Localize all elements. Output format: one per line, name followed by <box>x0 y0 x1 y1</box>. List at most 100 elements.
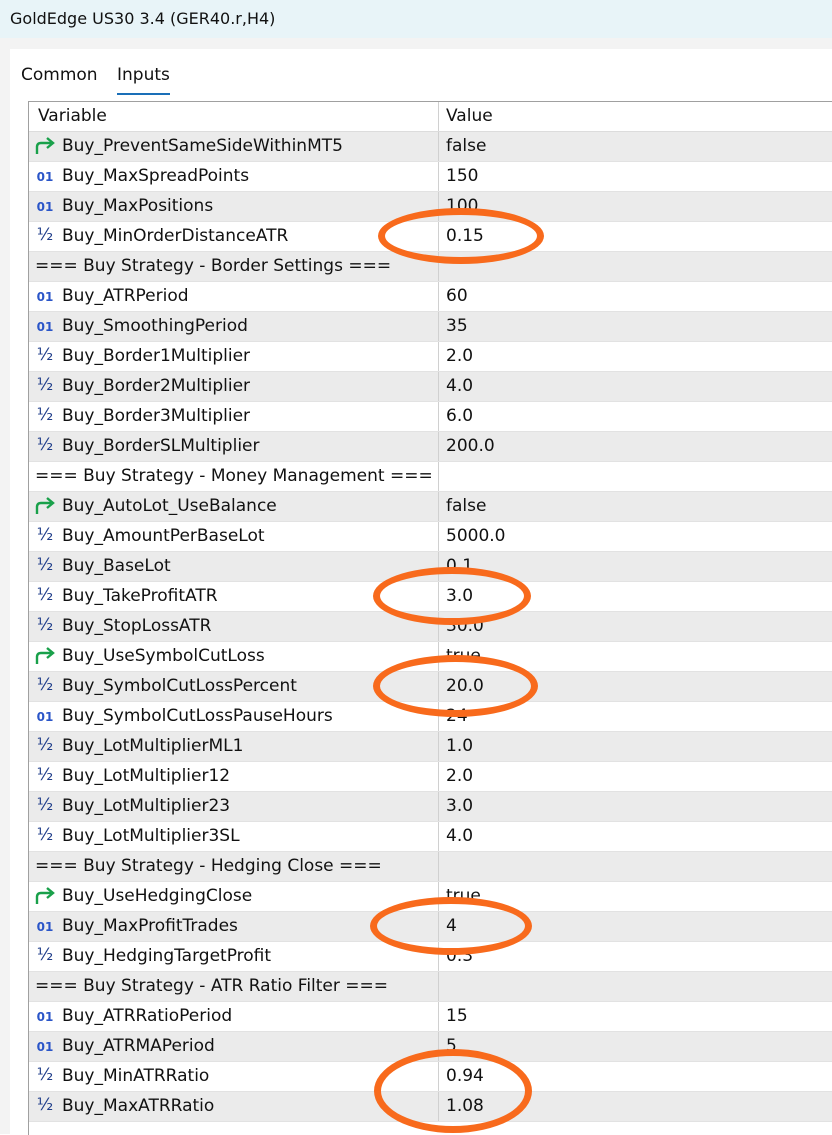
value-text: 200.0 <box>446 436 495 456</box>
value-cell[interactable]: 4.0 <box>440 372 832 401</box>
value-cell <box>440 252 832 281</box>
value-cell[interactable]: 0.15 <box>440 222 832 251</box>
variable-name: Buy_LotMultiplier12 <box>62 766 231 786</box>
value-text: 3.0 <box>446 586 474 606</box>
variable-cell: 01 Buy_ATRMAPeriod <box>29 1032 439 1061</box>
tab-inputs[interactable]: Inputs <box>117 65 170 85</box>
table-row[interactable]: ½ Buy_LotMultiplier12 2.0 <box>29 762 832 792</box>
section-row[interactable]: === Buy Strategy - Hedging Close === <box>29 852 832 882</box>
table-row[interactable]: ½ Buy_HedgingTargetProfit 0.3 <box>29 942 832 972</box>
value-cell[interactable]: true <box>440 642 832 671</box>
value-cell[interactable]: true <box>440 882 832 911</box>
table-row[interactable]: 01 Buy_MaxSpreadPoints 150 <box>29 162 832 192</box>
value-text: 20.0 <box>446 676 484 696</box>
value-text: false <box>446 496 487 516</box>
value-cell[interactable]: 0.3 <box>440 942 832 971</box>
table-row[interactable]: 01 Buy_SmoothingPeriod 35 <box>29 312 832 342</box>
value-cell[interactable]: 24 <box>440 702 832 731</box>
value-text: 150 <box>446 166 479 186</box>
table-row[interactable]: Buy_UseHedgingClose true <box>29 882 832 912</box>
table-row[interactable]: ½ Buy_StopLossATR 30.0 <box>29 612 832 642</box>
variable-name: Buy_BorderSLMultiplier <box>62 436 260 456</box>
value-cell[interactable]: 1.08 <box>440 1092 832 1121</box>
double-type-icon: ½ <box>36 615 54 635</box>
double-type-icon: ½ <box>36 405 54 425</box>
value-text: 3.0 <box>446 796 474 816</box>
value-cell[interactable]: 4.0 <box>440 822 832 851</box>
variable-cell: === Buy Strategy - Border Settings === <box>29 252 439 281</box>
value-cell[interactable]: 6.0 <box>440 402 832 431</box>
variable-cell: ½ Buy_Border3Multiplier <box>29 402 439 431</box>
value-cell[interactable]: 0.94 <box>440 1062 832 1091</box>
value-text: 4.0 <box>446 826 474 846</box>
table-row[interactable]: 01 Buy_MaxPositions 100 <box>29 192 832 222</box>
table-row[interactable]: ½ Buy_TakeProfitATR 3.0 <box>29 582 832 612</box>
table-row[interactable]: ½ Buy_SymbolCutLossPercent 20.0 <box>29 672 832 702</box>
table-row[interactable]: ½ Buy_MinATRRatio 0.94 <box>29 1062 832 1092</box>
variable-cell: Buy_UseSymbolCutLoss <box>29 642 439 671</box>
variable-cell: ½ Buy_LotMultiplier3SL <box>29 822 439 851</box>
variable-cell: ½ Buy_HedgingTargetProfit <box>29 942 439 971</box>
value-cell[interactable]: 2.0 <box>440 342 832 371</box>
value-text: 15 <box>446 1006 468 1026</box>
table-row[interactable]: 01 Buy_ATRRatioPeriod 15 <box>29 1002 832 1032</box>
table-row[interactable]: ½ Buy_LotMultiplier3SL 4.0 <box>29 822 832 852</box>
integer-type-icon: 01 <box>36 320 54 334</box>
table-row[interactable]: ½ Buy_Border1Multiplier 2.0 <box>29 342 832 372</box>
value-cell[interactable]: 15 <box>440 1002 832 1031</box>
value-cell[interactable]: 20.0 <box>440 672 832 701</box>
variable-name: Buy_ATRPeriod <box>62 286 189 306</box>
variable-cell: ½ Buy_SymbolCutLossPercent <box>29 672 439 701</box>
variable-name: Buy_StopLossATR <box>62 616 212 636</box>
value-cell[interactable]: 0.1 <box>440 552 832 581</box>
table-row[interactable]: 01 Buy_ATRPeriod 60 <box>29 282 832 312</box>
double-type-icon: ½ <box>36 225 54 245</box>
column-header-value[interactable]: Value <box>440 102 832 131</box>
integer-type-icon: 01 <box>36 170 54 184</box>
table-row[interactable]: 01 Buy_MaxProfitTrades 4 <box>29 912 832 942</box>
table-row[interactable]: ½ Buy_AmountPerBaseLot 5000.0 <box>29 522 832 552</box>
table-row[interactable]: Buy_PreventSameSideWithinMT5 false <box>29 132 832 162</box>
value-cell[interactable]: 30.0 <box>440 612 832 641</box>
table-row[interactable]: 01 Buy_ATRMAPeriod 5 <box>29 1032 832 1062</box>
table-row[interactable]: ½ Buy_MaxATRRatio 1.08 <box>29 1092 832 1122</box>
variable-name: Buy_MaxATRRatio <box>62 1096 215 1116</box>
column-header-variable[interactable]: Variable <box>29 102 439 131</box>
tab-common[interactable]: Common <box>21 65 98 85</box>
value-cell[interactable]: 4 <box>440 912 832 941</box>
variable-name: Buy_AutoLot_UseBalance <box>62 496 277 516</box>
section-row[interactable]: === Buy Strategy - ATR Ratio Filter === <box>29 972 832 1002</box>
variable-cell: ½ Buy_StopLossATR <box>29 612 439 641</box>
section-row[interactable]: === Buy Strategy - Border Settings === <box>29 252 832 282</box>
value-cell[interactable]: 200.0 <box>440 432 832 461</box>
value-cell[interactable]: 100 <box>440 192 832 221</box>
value-cell[interactable]: 1.0 <box>440 732 832 761</box>
table-row[interactable]: ½ Buy_LotMultiplier23 3.0 <box>29 792 832 822</box>
value-text: 0.3 <box>446 946 474 966</box>
value-cell[interactable]: 2.0 <box>440 762 832 791</box>
table-row[interactable]: ½ Buy_BaseLot 0.1 <box>29 552 832 582</box>
table-row[interactable]: ½ Buy_MinOrderDistanceATR 0.15 <box>29 222 832 252</box>
value-cell[interactable]: 3.0 <box>440 582 832 611</box>
table-row[interactable]: Buy_UseSymbolCutLoss true <box>29 642 832 672</box>
value-cell[interactable]: false <box>440 492 832 521</box>
value-cell[interactable]: 3.0 <box>440 792 832 821</box>
value-cell[interactable]: 5000.0 <box>440 522 832 551</box>
section-row[interactable]: === Buy Strategy - Money Management === <box>29 462 832 492</box>
value-cell[interactable]: 35 <box>440 312 832 341</box>
variable-name: Buy_TakeProfitATR <box>62 586 218 606</box>
table-row[interactable]: ½ Buy_Border3Multiplier 6.0 <box>29 402 832 432</box>
value-cell[interactable]: false <box>440 132 832 161</box>
variable-name: Buy_PreventSameSideWithinMT5 <box>62 136 343 156</box>
value-cell[interactable]: 150 <box>440 162 832 191</box>
table-row[interactable]: ½ Buy_LotMultiplierML1 1.0 <box>29 732 832 762</box>
table-row[interactable]: 01 Buy_SymbolCutLossPauseHours 24 <box>29 702 832 732</box>
value-cell[interactable]: 5 <box>440 1032 832 1061</box>
table-row[interactable]: Buy_AutoLot_UseBalance false <box>29 492 832 522</box>
value-text: 6.0 <box>446 406 474 426</box>
table-row[interactable]: ½ Buy_Border2Multiplier 4.0 <box>29 372 832 402</box>
variable-cell: ½ Buy_BorderSLMultiplier <box>29 432 439 461</box>
variable-cell: 01 Buy_ATRRatioPeriod <box>29 1002 439 1031</box>
table-row[interactable]: ½ Buy_BorderSLMultiplier 200.0 <box>29 432 832 462</box>
value-cell[interactable]: 60 <box>440 282 832 311</box>
